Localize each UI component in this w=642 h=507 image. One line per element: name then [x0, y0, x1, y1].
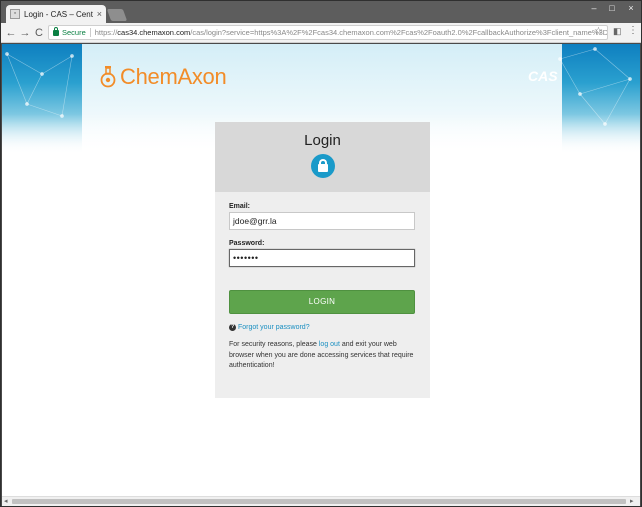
login-card-header: Login: [215, 122, 430, 192]
login-button[interactable]: LOGIN: [229, 290, 415, 314]
minimize-button[interactable]: –: [585, 1, 603, 15]
scrollbar-thumb[interactable]: [12, 499, 626, 504]
email-field[interactable]: jdoe@grr.la: [229, 212, 415, 230]
star-icon[interactable]: ☆: [594, 26, 603, 37]
url-path: /cas/login?service=https%3A%2F%2Fcas34.c…: [190, 28, 608, 37]
secure-label: Secure: [62, 28, 86, 37]
email-label: Email:: [229, 203, 251, 210]
url-host: cas34.chemaxon.com: [117, 28, 191, 37]
browser-tab[interactable]: ▫ Login - CAS – Cent ×: [6, 5, 106, 23]
scroll-left-icon[interactable]: ◂: [4, 497, 8, 507]
tab-title: Login - CAS – Cent: [24, 9, 93, 19]
back-button[interactable]: ←: [4, 25, 18, 41]
security-notice: For security reasons, please log out and…: [229, 340, 419, 372]
logout-link[interactable]: log out: [319, 341, 340, 348]
chemaxon-logo[interactable]: ChemAxon: [98, 64, 227, 90]
password-field[interactable]: •••••••: [229, 249, 415, 267]
notice-text-start: For security reasons, please: [229, 341, 319, 348]
forgot-password-row: ? Forgot your password?: [229, 324, 416, 331]
address-bar[interactable]: Secure https://cas34.chemaxon.com/cas/lo…: [48, 25, 608, 40]
forward-button[interactable]: →: [18, 25, 32, 41]
horizontal-scrollbar[interactable]: ◂ ▸: [2, 496, 640, 506]
menu-icon[interactable]: ⋮: [628, 25, 638, 36]
scroll-right-icon[interactable]: ▸: [630, 497, 634, 507]
browser-toolbar: ← → C Secure https://cas34.chemaxon.com/…: [1, 23, 641, 43]
address-separator: [89, 28, 91, 37]
flask-icon: [100, 66, 116, 88]
close-window-button[interactable]: ×: [622, 1, 640, 15]
reload-button[interactable]: C: [32, 25, 46, 41]
login-form: Email: jdoe@grr.la Password: ••••••• LOG…: [215, 192, 430, 372]
browser-window: ▫ Login - CAS – Cent × – □ × ← → C Secur…: [0, 0, 642, 507]
cas-logo: CAS: [528, 68, 558, 84]
tab-close-icon[interactable]: ×: [97, 9, 102, 19]
forgot-password-link[interactable]: Forgot your password?: [238, 324, 310, 331]
tab-strip: ▫ Login - CAS – Cent × – □ ×: [1, 1, 641, 23]
login-card: Login Email: jdoe@grr.la Password: •••••…: [215, 122, 430, 398]
favicon-icon: ▫: [10, 9, 20, 19]
help-icon: ?: [229, 324, 236, 331]
new-tab-button[interactable]: [106, 9, 128, 21]
url-scheme: https://: [94, 28, 118, 37]
lock-icon: [310, 154, 335, 178]
maximize-button[interactable]: □: [603, 1, 621, 15]
lock-icon: [53, 26, 59, 36]
page-content: ChemAxon CAS Login Email: jdoe@grr.la Pa…: [2, 44, 640, 496]
url-text: https://cas34.chemaxon.com/cas/login?ser…: [94, 28, 608, 37]
password-label: Password:: [229, 240, 265, 247]
login-title: Login: [304, 132, 341, 149]
extension-icon[interactable]: ◧: [613, 26, 622, 37]
brand-name: ChemAxon: [120, 64, 227, 89]
